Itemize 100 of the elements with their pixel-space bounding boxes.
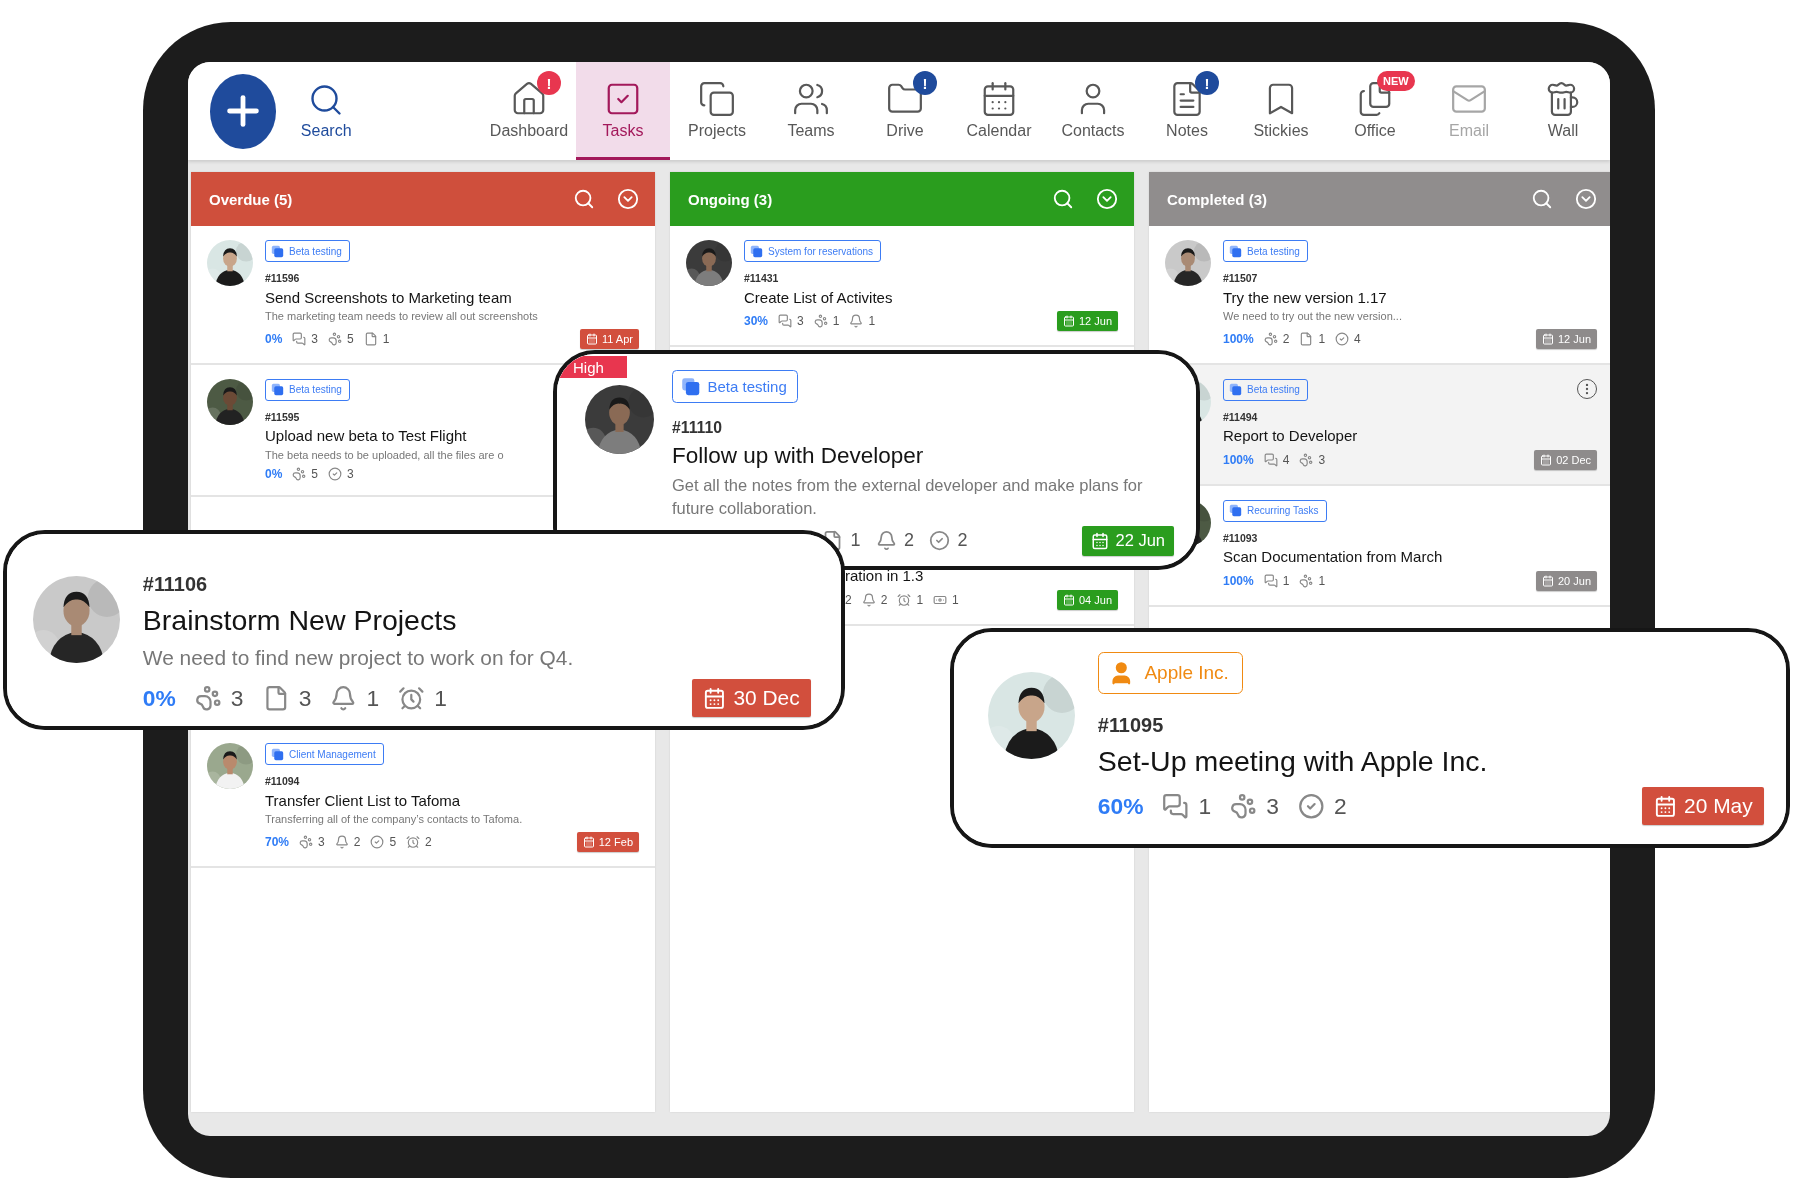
stat-count: 4 bbox=[1335, 331, 1361, 346]
paw-icon bbox=[299, 834, 314, 849]
project-tag[interactable]: Beta testing bbox=[1223, 240, 1308, 262]
progress-text: 60% bbox=[1097, 792, 1144, 820]
nav-tab[interactable]: Projects bbox=[670, 62, 764, 160]
task-id: #11494 bbox=[1223, 410, 1258, 425]
nav-tab[interactable]: Teams bbox=[764, 62, 858, 160]
task-title[interactable]: Upload new beta to Test Flight bbox=[265, 426, 467, 446]
task-title[interactable]: Try the new version 1.17 bbox=[1223, 287, 1387, 308]
paw-icon bbox=[194, 685, 222, 712]
due-date-chip: 20 May bbox=[1642, 787, 1764, 826]
nav-tab[interactable]: Tasks bbox=[576, 62, 670, 160]
progress-text: 100% bbox=[1223, 331, 1254, 346]
search-icon[interactable] bbox=[1531, 188, 1553, 210]
nav-tab[interactable]: Contacts bbox=[1046, 62, 1140, 160]
speech-bubbles-icon bbox=[1263, 452, 1278, 467]
nav-tab[interactable]: ! Dashboard bbox=[482, 62, 576, 160]
nav-tab[interactable]: ! Notes bbox=[1140, 62, 1234, 160]
progress-text: 100% bbox=[1223, 452, 1254, 467]
check-circle-icon bbox=[1298, 792, 1325, 820]
calendar-icon bbox=[1091, 531, 1110, 550]
stat-count: 1 bbox=[933, 592, 959, 607]
calendar-icon bbox=[586, 332, 598, 345]
dropdown-icon[interactable] bbox=[1575, 188, 1597, 210]
speech-bubbles-icon bbox=[1162, 792, 1190, 820]
nav-tab[interactable]: NEW Office bbox=[1328, 62, 1422, 160]
column-title: Completed (3) bbox=[1167, 190, 1268, 208]
column-title: Ongoing (3) bbox=[688, 190, 774, 208]
task-title[interactable]: Send Screenshots to Marketing team bbox=[265, 287, 512, 308]
stat-count: 1 bbox=[330, 684, 380, 712]
stat-count: 4 bbox=[1263, 452, 1290, 467]
notification-badge: ! bbox=[537, 71, 561, 95]
project-tag[interactable]: System for reservations bbox=[744, 240, 882, 262]
stat-count: 2 bbox=[929, 530, 968, 552]
task-id: #11095 bbox=[1097, 712, 1164, 738]
alarm-clock-icon bbox=[406, 834, 421, 849]
nav-tab[interactable]: ! Drive bbox=[858, 62, 952, 160]
search-icon[interactable] bbox=[1052, 188, 1074, 210]
dropdown-icon[interactable] bbox=[1096, 188, 1118, 210]
stat-count: 2 bbox=[875, 530, 915, 552]
task-card-popout[interactable]: #11106 Brainstorm New Projects We need to find new project to work on for Q4. 0% 3 3 1 1 30 Dec bbox=[3, 530, 845, 730]
task-title[interactable]: Report to Developer bbox=[1223, 426, 1358, 446]
task-card-popout[interactable]: Apple Inc. #11095 Set-Up meeting with Apple Inc. 60% 1 3 2 20 May bbox=[950, 628, 1790, 848]
bell-icon bbox=[334, 834, 349, 849]
stat-count: 1 bbox=[363, 331, 390, 346]
project-tag[interactable]: Beta testing bbox=[672, 370, 799, 403]
stat-count: 3 bbox=[1299, 452, 1326, 467]
project-tag[interactable]: Beta testing bbox=[1223, 378, 1308, 401]
stat-count: 2 bbox=[406, 834, 432, 849]
stat-count: 2 bbox=[1298, 792, 1347, 820]
search-button[interactable]: Search bbox=[286, 62, 366, 160]
check-circle-icon bbox=[328, 467, 343, 482]
stat-count: 2 bbox=[1263, 331, 1290, 346]
priority-label: High bbox=[559, 356, 627, 378]
paw-icon bbox=[292, 467, 307, 482]
progress-text: 0% bbox=[142, 684, 176, 712]
check-circle-icon bbox=[370, 834, 385, 849]
project-tag[interactable]: Beta testing bbox=[265, 378, 350, 401]
bell-icon bbox=[849, 314, 864, 329]
stat-count: 2 bbox=[861, 592, 888, 607]
stack-icon bbox=[271, 244, 284, 258]
task-id: #11093 bbox=[1223, 531, 1258, 546]
paw-icon bbox=[1299, 452, 1314, 467]
paw-icon bbox=[1299, 573, 1314, 588]
check-circle-icon bbox=[1335, 331, 1350, 346]
file-icon bbox=[363, 331, 378, 346]
due-date-chip: 12 Feb bbox=[576, 831, 639, 852]
calendar-icon bbox=[1540, 453, 1553, 466]
paw-icon bbox=[813, 314, 828, 329]
project-tag[interactable]: Recurring Tasks bbox=[1223, 499, 1327, 522]
due-date-chip: 30 Dec bbox=[691, 679, 811, 718]
task-title[interactable]: Transfer Client List to Tafoma bbox=[265, 790, 461, 811]
stat-count: 1 bbox=[1263, 573, 1290, 588]
nav-tab[interactable]: Wall bbox=[1516, 62, 1610, 160]
stat-count: 1 bbox=[1299, 573, 1326, 588]
search-icon[interactable] bbox=[573, 188, 595, 210]
task-id: #11106 bbox=[142, 572, 208, 597]
speech-bubbles-icon bbox=[292, 331, 307, 346]
nav-tab[interactable]: Calendar bbox=[952, 62, 1046, 160]
nav-tab[interactable]: Stickies bbox=[1234, 62, 1328, 160]
task-title[interactable]: Set-Up meeting with Apple Inc. bbox=[1097, 742, 1488, 780]
project-tag[interactable]: Beta testing bbox=[265, 240, 350, 262]
stat-count: 2 bbox=[845, 592, 852, 607]
stat-count: 1 bbox=[813, 314, 840, 329]
due-date-chip: 22 Jun bbox=[1082, 525, 1174, 556]
calendar-icon bbox=[703, 687, 726, 710]
bell-icon bbox=[875, 530, 897, 552]
task-title[interactable]: Scan Documentation from March bbox=[1223, 547, 1443, 567]
stat-count: 2 bbox=[334, 834, 361, 849]
project-tag[interactable]: Client Management bbox=[265, 743, 384, 766]
task-title[interactable]: Brainstorm New Projects bbox=[142, 601, 457, 639]
task-title[interactable]: Create List of Activites bbox=[744, 287, 893, 308]
dropdown-icon[interactable] bbox=[617, 188, 639, 210]
calendar-icon bbox=[1541, 332, 1554, 345]
speech-bubbles-icon bbox=[778, 314, 793, 329]
alarm-clock-icon bbox=[897, 592, 912, 607]
bell-icon bbox=[330, 685, 357, 712]
alarm-clock-icon bbox=[398, 685, 425, 712]
stat-count: 5 bbox=[370, 834, 397, 849]
task-title[interactable]: Follow up with Developer bbox=[672, 441, 924, 471]
